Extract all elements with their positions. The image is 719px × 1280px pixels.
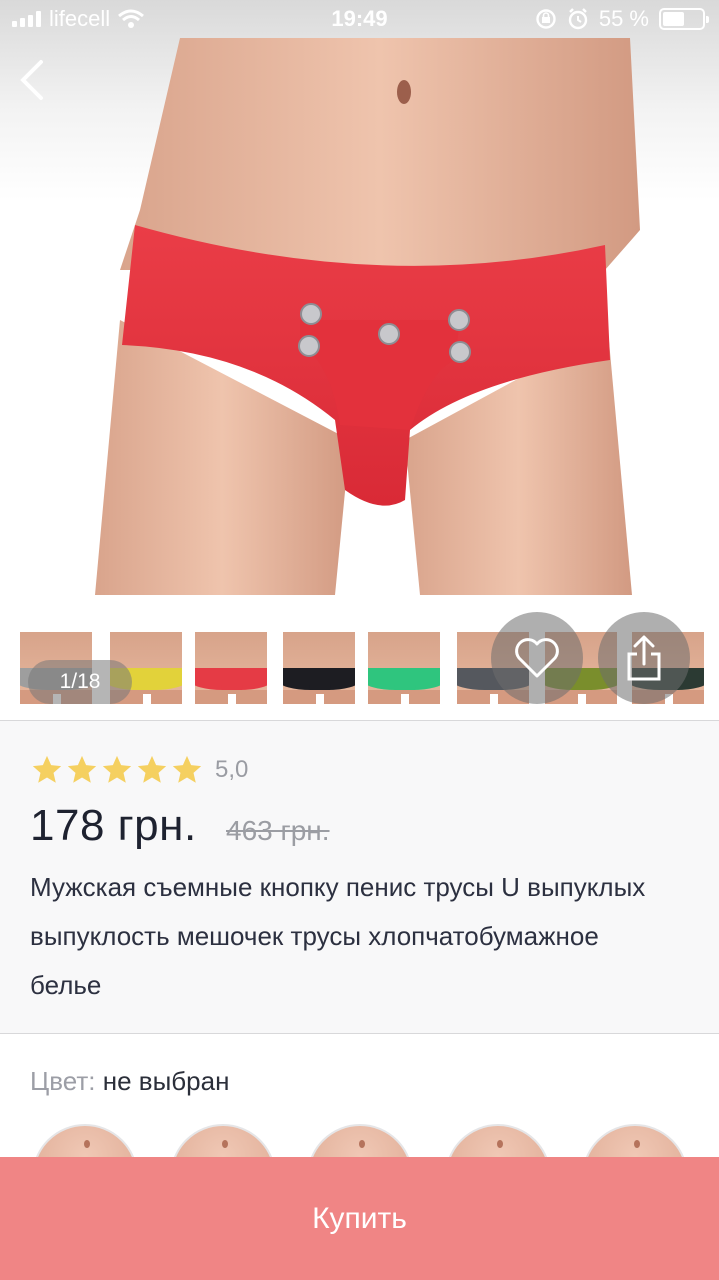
rating-stars: [30, 753, 205, 787]
buy-button[interactable]: Купить: [0, 1157, 719, 1280]
star-icon: [172, 755, 202, 783]
image-counter: 1/18: [28, 660, 132, 704]
price: 178 грн.: [30, 801, 197, 850]
product-image[interactable]: [0, 0, 719, 600]
battery-icon: [659, 8, 709, 30]
favorite-button[interactable]: [491, 612, 583, 704]
product-title: Мужская съемные кнопку пенис трусы U вып…: [30, 872, 646, 1000]
thumbnail[interactable]: [368, 632, 440, 704]
star-icon: [32, 755, 62, 783]
product-photo: [95, 38, 640, 595]
old-price: 463 грн.: [226, 815, 330, 846]
color-label-key: Цвет:: [30, 1066, 96, 1096]
color-label-value: не выбран: [102, 1066, 230, 1096]
color-label: Цвет: не выбран: [30, 1066, 229, 1097]
status-bar: lifecell 19:49 55 %: [0, 0, 719, 38]
back-button[interactable]: [10, 55, 54, 105]
rating-value: 5,0: [215, 756, 249, 783]
rating: 5,0: [30, 753, 248, 787]
star-icon: [102, 755, 132, 783]
chevron-left-icon: [20, 60, 43, 100]
rotation-lock-icon: [536, 9, 556, 29]
star-icon: [137, 755, 167, 783]
heart-icon: [515, 638, 559, 678]
share-icon: [627, 635, 661, 681]
product-info: 5,0 178 грн. 463 грн. Мужская съемные кн…: [0, 721, 719, 1033]
thumbnail[interactable]: [283, 632, 355, 704]
alarm-icon: [568, 8, 588, 30]
battery-percent: 55 %: [598, 6, 649, 31]
thumbnail[interactable]: [195, 632, 267, 704]
share-button[interactable]: [598, 612, 690, 704]
star-icon: [67, 755, 97, 783]
